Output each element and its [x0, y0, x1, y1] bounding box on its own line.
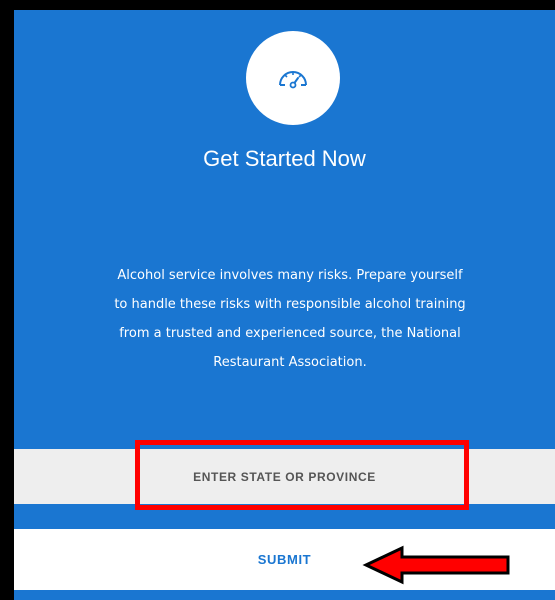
submit-button[interactable]: SUBMIT [14, 529, 555, 590]
intro-description: Alcohol service involves many risks. Pre… [114, 268, 466, 370]
page-title: Get Started Now [203, 146, 366, 171]
icon-badge [246, 31, 340, 125]
speedometer-icon [279, 71, 307, 89]
state-province-input[interactable] [14, 449, 555, 504]
